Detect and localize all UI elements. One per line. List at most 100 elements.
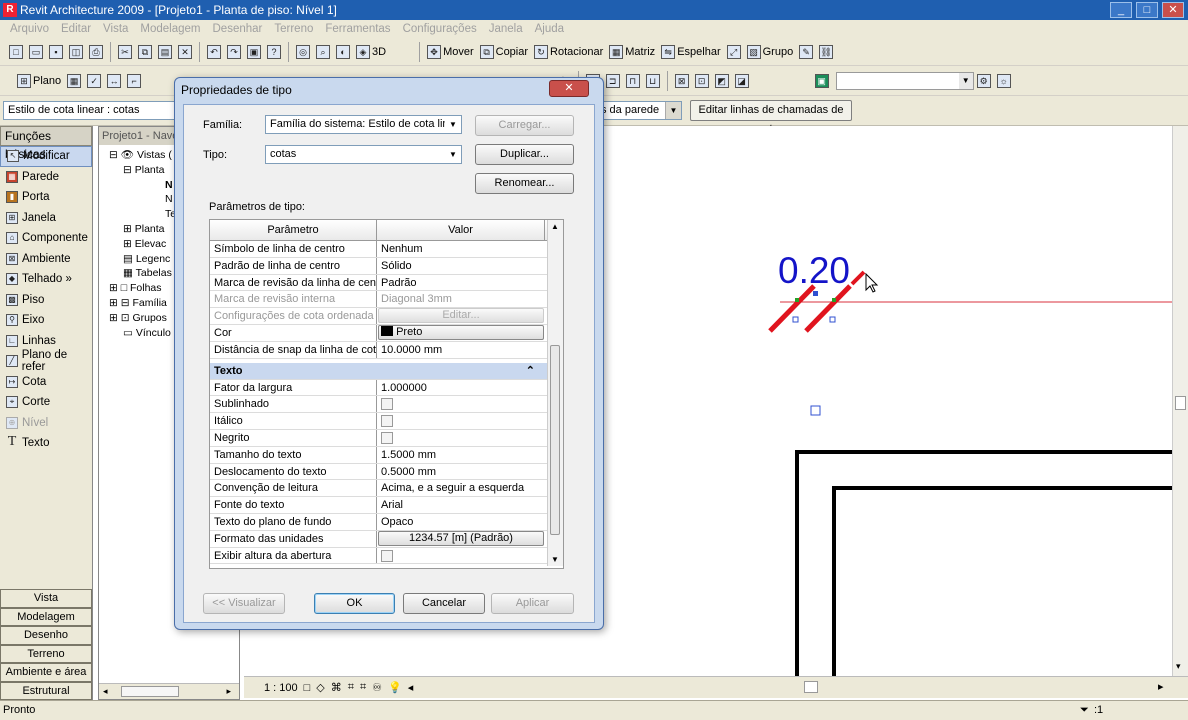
expand-toggle-icon[interactable]: ⊞ bbox=[109, 282, 118, 294]
design-nivel[interactable]: ⊕ Nível bbox=[0, 413, 92, 434]
scroll-down-icon[interactable]: ▾ bbox=[1176, 661, 1181, 672]
dialog-close-button[interactable]: ✕ bbox=[549, 80, 589, 97]
element-type-selector[interactable]: Estilo de cota linear : cotas bbox=[3, 101, 175, 120]
tab-ambiente-area[interactable]: Ambiente e área bbox=[0, 663, 92, 682]
paste-button[interactable]: ▤ bbox=[155, 41, 175, 63]
menu-terreno[interactable]: Terreno bbox=[268, 23, 319, 35]
print-button[interactable]: ⎙ bbox=[86, 41, 106, 63]
scroll-right-icon[interactable]: ▸ bbox=[1158, 680, 1164, 693]
param-value[interactable]: 10.0000 mm bbox=[377, 342, 545, 358]
canvas-vertical-scrollbar[interactable]: ▾ bbox=[1172, 126, 1188, 676]
shadows-icon[interactable]: ⌘ bbox=[331, 681, 342, 694]
menu-modelagem[interactable]: Modelagem bbox=[134, 23, 206, 35]
properties-button[interactable]: ▣ bbox=[244, 41, 264, 63]
tab-vista[interactable]: Vista bbox=[0, 589, 92, 608]
param-value[interactable]: Opaco bbox=[377, 514, 545, 530]
cut-geometry-button[interactable]: ◪ bbox=[732, 70, 752, 92]
model-graphics-icon[interactable]: ◇ bbox=[316, 681, 324, 694]
tab-modelagem[interactable]: Modelagem bbox=[0, 607, 92, 626]
zoom-button[interactable]: ⌕ bbox=[313, 41, 333, 63]
cut-button[interactable]: ✂ bbox=[115, 41, 135, 63]
design-texto[interactable]: T Texto bbox=[0, 433, 92, 454]
design-piso[interactable]: ▩ Piso bbox=[0, 290, 92, 311]
table-row[interactable]: Formato das unidades 1234.57 [m] (Padrão) bbox=[210, 530, 563, 548]
collapse-toggle-icon[interactable]: ⊟ bbox=[109, 149, 118, 161]
design-eixo[interactable]: ⚲ Eixo bbox=[0, 310, 92, 331]
edit-witness-lines-button[interactable]: Editar linhas de chamadas de cotas bbox=[690, 100, 852, 135]
param-value[interactable] bbox=[377, 396, 545, 412]
tab-terreno[interactable]: Terreno bbox=[0, 644, 92, 663]
save-button[interactable]: ▪ bbox=[46, 41, 66, 63]
temp-hide-icon[interactable]: ♾ bbox=[372, 681, 382, 694]
param-value[interactable]: Preto bbox=[377, 324, 545, 341]
design-corte[interactable]: ⌖ Corte bbox=[0, 392, 92, 413]
expand-toggle-icon[interactable]: ⊞ bbox=[109, 312, 118, 324]
table-row[interactable]: Fonte do texto Arial bbox=[210, 497, 563, 514]
move-button[interactable]: ✥ Mover bbox=[424, 41, 477, 63]
scroll-left-icon[interactable]: ◂ bbox=[103, 686, 108, 697]
column-header-value[interactable]: Valor bbox=[377, 220, 545, 240]
render-button[interactable]: ▣ bbox=[812, 70, 832, 92]
expand-toggle-icon[interactable]: ⊞ bbox=[123, 238, 132, 250]
print-preview-button[interactable]: ◫ bbox=[66, 41, 86, 63]
opening-height-checkbox[interactable] bbox=[381, 549, 393, 562]
color-button[interactable]: Preto bbox=[378, 324, 544, 340]
trim-button[interactable]: ⊓ bbox=[623, 70, 643, 92]
underline-checkbox[interactable] bbox=[381, 398, 393, 411]
design-janela[interactable]: ⊞ Janela bbox=[0, 208, 92, 229]
menu-vista[interactable]: Vista bbox=[97, 23, 134, 35]
scroll-thumb[interactable] bbox=[550, 345, 560, 535]
paint-button[interactable]: ◩ bbox=[712, 70, 732, 92]
menu-desenhar[interactable]: Desenhar bbox=[207, 23, 269, 35]
link-button[interactable]: ⛓ bbox=[816, 41, 836, 63]
table-row[interactable]: Cor Preto bbox=[210, 324, 563, 342]
table-row[interactable]: Marca de revisão da linha de cen Padrão bbox=[210, 274, 563, 292]
param-value[interactable] bbox=[377, 548, 545, 564]
visibility-button[interactable]: ◐ bbox=[333, 41, 353, 63]
design-componente[interactable]: ⌂ Componente bbox=[0, 228, 92, 249]
design-cota[interactable]: ↦ Cota bbox=[0, 372, 92, 393]
tab-desenho[interactable]: Desenho bbox=[0, 626, 92, 645]
grid-vertical-scrollbar[interactable]: ▲ ▼ bbox=[547, 220, 563, 566]
param-value[interactable]: Arial bbox=[377, 497, 545, 513]
table-row[interactable]: Exibir altura da abertura bbox=[210, 547, 563, 565]
view-3d-button[interactable]: ◈ 3D bbox=[353, 41, 389, 63]
check-button[interactable]: ✓ bbox=[84, 70, 104, 92]
scroll-thumb[interactable] bbox=[1175, 396, 1186, 410]
new-button[interactable]: □ bbox=[6, 41, 26, 63]
param-value[interactable] bbox=[377, 413, 545, 429]
table-row[interactable]: Distância de snap da linha de cot 10.0000… bbox=[210, 341, 563, 359]
design-porta[interactable]: ▮ Porta bbox=[0, 187, 92, 208]
param-value[interactable]: Sólido bbox=[377, 258, 545, 274]
dimension-text[interactable]: 0.20 bbox=[778, 250, 850, 292]
table-row[interactable]: Deslocamento do texto 0.5000 mm bbox=[210, 463, 563, 481]
filter-icon[interactable]: ⏷ bbox=[1080, 701, 1089, 719]
cancel-button[interactable]: Cancelar bbox=[403, 593, 485, 614]
delete-button[interactable]: ✕ bbox=[175, 41, 195, 63]
param-value[interactable] bbox=[377, 430, 545, 446]
design-linhas[interactable]: ∟ Linhas bbox=[0, 331, 92, 352]
table-row[interactable]: Padrão de linha de centro Sólido bbox=[210, 257, 563, 275]
design-bar-header[interactable]: Funções básicas bbox=[0, 126, 92, 161]
menu-configuracoes[interactable]: Configurações bbox=[397, 23, 483, 35]
expand-toggle-icon[interactable]: ⊞ bbox=[123, 223, 132, 235]
resize-button[interactable]: ⤢ bbox=[724, 41, 744, 63]
table-row[interactable]: Convenção de leitura Acima, e a seguir a … bbox=[210, 480, 563, 498]
tag-button[interactable]: ⌐ bbox=[124, 70, 144, 92]
redo-button[interactable]: ↷ bbox=[224, 41, 244, 63]
crop-region-icon[interactable]: ⌗ bbox=[348, 681, 354, 694]
units-format-button[interactable]: 1234.57 [m] (Padrão) bbox=[378, 530, 544, 546]
param-value[interactable]: 0.5000 mm bbox=[377, 464, 545, 480]
scroll-up-icon[interactable]: ▲ bbox=[551, 222, 559, 231]
split-button[interactable]: ⊐ bbox=[603, 70, 623, 92]
reveal-icon[interactable]: 💡 bbox=[388, 681, 402, 694]
bold-checkbox[interactable] bbox=[381, 431, 393, 444]
offset-button[interactable]: ⊔ bbox=[643, 70, 663, 92]
scroll-left-icon[interactable]: ◂ bbox=[408, 681, 414, 694]
collapse-icon[interactable]: ⌃ bbox=[526, 363, 535, 379]
maximize-button[interactable]: □ bbox=[1136, 2, 1158, 18]
scroll-thumb[interactable] bbox=[121, 686, 179, 697]
italic-checkbox[interactable] bbox=[381, 415, 393, 428]
param-value[interactable]: Padrão bbox=[377, 275, 545, 291]
rotate-button[interactable]: ↻ Rotacionar bbox=[531, 41, 606, 63]
